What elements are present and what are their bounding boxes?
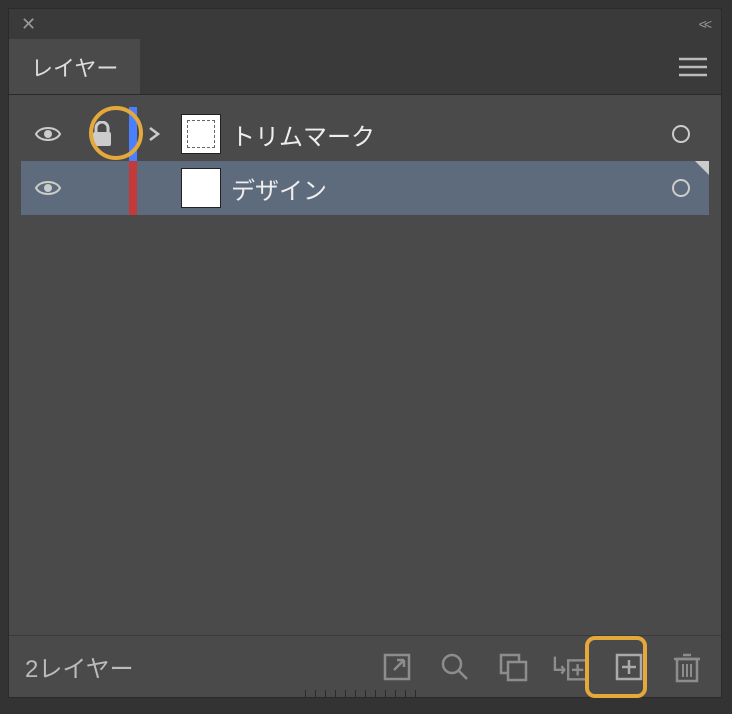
new-sublayer-button[interactable] xyxy=(553,649,589,685)
panel-tabbar: レイヤー xyxy=(9,39,721,95)
layer-color-strip xyxy=(129,161,137,215)
menu-icon xyxy=(679,57,707,77)
lock-toggle[interactable] xyxy=(75,121,129,147)
layer-name-label[interactable]: トリムマーク xyxy=(231,117,653,152)
layer-name-label[interactable]: デザイン xyxy=(231,171,653,206)
export-button[interactable] xyxy=(379,649,415,685)
tab-layers[interactable]: レイヤー xyxy=(9,39,141,94)
clipping-mask-button[interactable] xyxy=(495,649,531,685)
close-icon[interactable]: ✕ xyxy=(21,14,36,35)
target-toggle[interactable] xyxy=(653,125,709,143)
layer-row[interactable]: トリムマーク xyxy=(21,107,709,161)
tab-label: レイヤー xyxy=(31,51,118,83)
new-layer-button[interactable] xyxy=(611,649,647,685)
panel-menu-button[interactable] xyxy=(665,39,721,94)
eye-icon xyxy=(35,179,61,197)
export-icon xyxy=(382,652,412,682)
layer-count-label: 2レイヤー xyxy=(25,649,134,684)
layer-thumbnail[interactable] xyxy=(181,168,221,208)
trash-icon xyxy=(673,651,701,683)
delete-layer-button[interactable] xyxy=(669,649,705,685)
resize-grip[interactable] xyxy=(305,690,425,697)
expand-toggle[interactable] xyxy=(137,126,171,142)
eye-icon xyxy=(35,125,61,143)
layers-panel: ✕ << レイヤー xyxy=(8,8,722,698)
target-icon xyxy=(672,125,690,143)
layer-thumbnail[interactable] xyxy=(181,114,221,154)
layers-list: トリムマーク デザイン xyxy=(9,95,721,635)
locate-button[interactable] xyxy=(437,649,473,685)
target-toggle[interactable] xyxy=(653,179,709,197)
search-icon xyxy=(439,651,471,683)
panel-footer: 2レイヤー xyxy=(9,635,721,697)
visibility-toggle[interactable] xyxy=(21,125,75,143)
layer-color-strip xyxy=(129,107,137,161)
selection-indicator xyxy=(695,161,709,175)
clipping-icon xyxy=(497,651,529,683)
visibility-toggle[interactable] xyxy=(21,179,75,197)
lock-icon xyxy=(91,121,113,147)
collapse-icon[interactable]: << xyxy=(699,16,709,32)
new-sublayer-icon xyxy=(553,652,589,682)
panel-titlebar: ✕ << xyxy=(9,9,721,39)
new-layer-icon xyxy=(614,652,644,682)
chevron-right-icon xyxy=(148,126,160,142)
layer-row[interactable]: デザイン xyxy=(21,161,709,215)
target-icon xyxy=(672,179,690,197)
